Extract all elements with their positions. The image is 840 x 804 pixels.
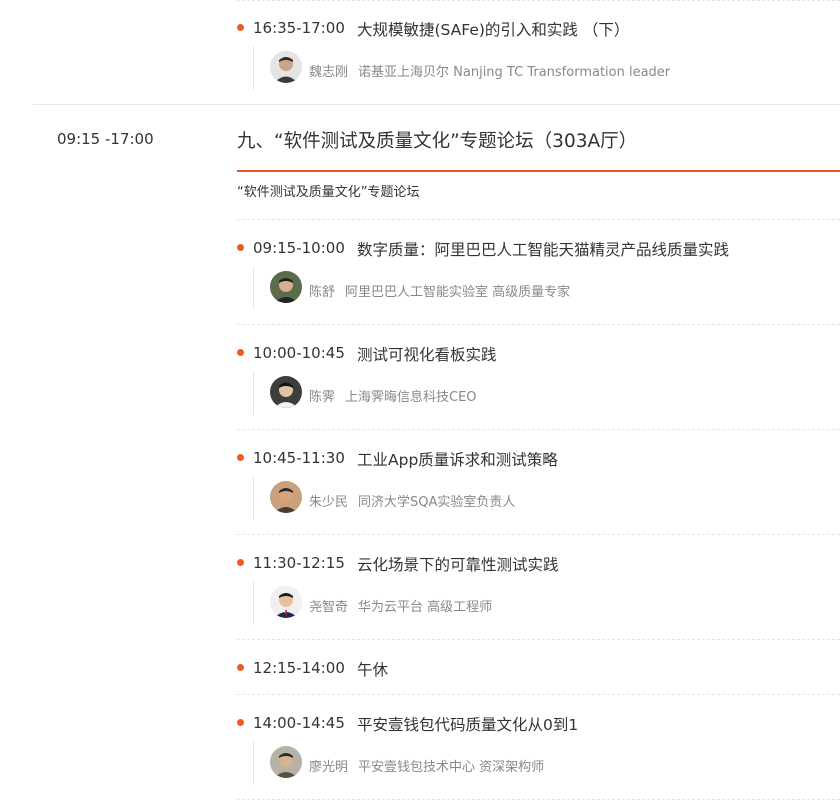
speaker-name: 朱少民 [309,495,349,510]
item-time: 10:00-10:45 [253,344,345,362]
speaker-avatar [270,271,302,303]
speaker-info: 廖光明 平安壹钱包技术中心 资深架构师 [309,756,544,775]
bullet-dot [237,559,244,566]
bullet-dot [237,24,244,31]
speaker-avatar [270,481,302,513]
item-time: 14:00-14:45 [253,714,345,732]
speaker-name: 廖光明 [309,760,349,775]
session-time: 09:15 -17:00 [57,130,154,148]
divider [237,534,840,535]
speaker-avatar [270,586,302,618]
speaker-info: 朱少民 同济大学SQA实验室负责人 [309,491,515,510]
speaker-info: 魏志刚 诺基亚上海贝尔 Nanjing TC Transformation lea… [309,61,670,80]
speaker-avatar [270,746,302,778]
item-title[interactable]: 数字质量：阿里巴巴人工智能天猫精灵产品线质量实践 [357,238,729,260]
item-title[interactable]: 云化场景下的可靠性测试实践 [357,553,559,575]
bullet-dot [237,349,244,356]
speaker-info: 陈舒 阿里巴巴人工智能实验室 高级质量专家 [309,281,570,300]
divider [237,799,840,800]
speaker-divider [253,46,254,90]
bullet-dot [237,664,244,671]
speaker-name: 魏志刚 [309,65,349,80]
speaker-divider [253,581,254,625]
bullet-dot [237,719,244,726]
speaker-org: 上海霁晦信息科技CEO [345,390,477,405]
session-title: 九、“软件测试及质量文化”专题论坛（303A厅） [237,131,638,152]
item-time: 09:15-10:00 [253,239,345,257]
speaker-divider [253,266,254,310]
divider [237,219,840,220]
speaker-name: 陈霁 [309,390,336,405]
divider [237,324,840,325]
divider [237,694,840,695]
divider [237,0,840,1]
session-divider [33,104,840,105]
speaker-avatar [270,376,302,408]
speaker-divider [253,476,254,520]
speaker-info: 尧智奇 华为云平台 高级工程师 [309,596,492,615]
item-title[interactable]: 大规模敏捷(SAFe)的引入和实践 （下） [357,18,629,40]
item-title[interactable]: 测试可视化看板实践 [357,343,497,365]
speaker-name: 尧智奇 [309,600,349,615]
speaker-org: 同济大学SQA实验室负责人 [358,495,516,510]
item-time: 12:15-14:00 [253,659,345,677]
speaker-divider [253,371,254,415]
speaker-divider [253,741,254,785]
item-time: 10:45-11:30 [253,449,345,467]
speaker-org: 华为云平台 高级工程师 [358,600,493,615]
item-title[interactable]: 午休 [357,658,388,680]
divider [237,429,840,430]
session-title-underline [237,170,840,172]
speaker-info: 陈霁 上海霁晦信息科技CEO [309,386,477,405]
speaker-org: 阿里巴巴人工智能实验室 高级质量专家 [345,285,571,300]
bullet-dot [237,244,244,251]
speaker-avatar [270,51,302,83]
speaker-org: 诺基亚上海贝尔 Nanjing TC Transformation leader [358,65,671,80]
speaker-name: 陈舒 [309,285,336,300]
item-time: 16:35-17:00 [253,19,345,37]
item-time: 11:30-12:15 [253,554,345,572]
speaker-org: 平安壹钱包技术中心 资深架构师 [358,760,545,775]
item-title[interactable]: 工业App质量诉求和测试策略 [357,448,558,470]
session-subtitle: “软件测试及质量文化”专题论坛 [237,185,420,200]
item-title[interactable]: 平安壹钱包代码质量文化从0到1 [357,713,578,735]
bullet-dot [237,454,244,461]
divider [237,639,840,640]
